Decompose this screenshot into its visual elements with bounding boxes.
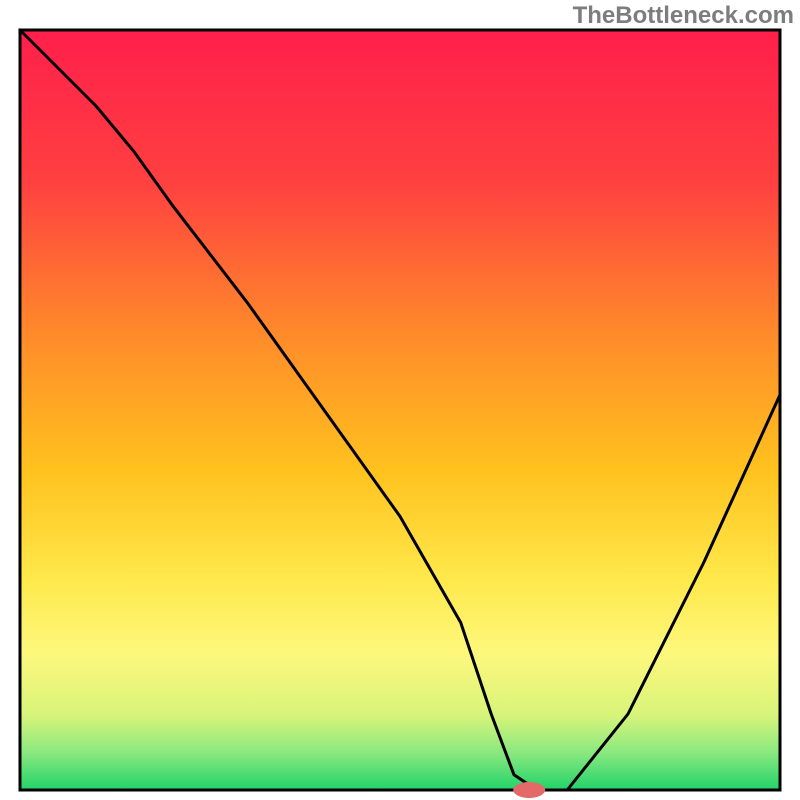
plot-area bbox=[20, 30, 780, 798]
chart-stage: TheBottleneck.com bbox=[0, 0, 800, 800]
gradient-background bbox=[20, 30, 780, 790]
optimum-marker bbox=[513, 782, 545, 798]
bottleneck-chart-svg bbox=[0, 0, 800, 800]
